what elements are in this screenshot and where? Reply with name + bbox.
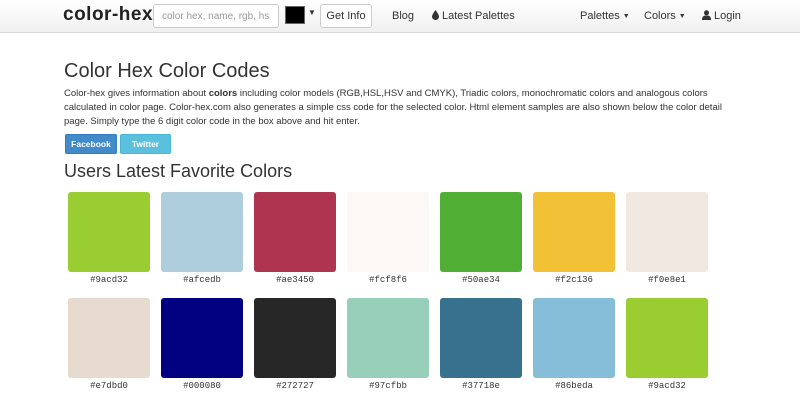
caret-down-icon: ▼ [622,13,630,20]
color-swatch[interactable] [161,298,243,378]
color-swatch[interactable] [440,192,522,272]
color-tile[interactable]: #f0e8e1 [626,192,708,298]
color-swatch[interactable] [254,192,336,272]
brand-logo[interactable]: color-hex [63,4,153,26]
color-tile[interactable]: #ae3450 [254,192,336,298]
droplet-icon [432,10,439,20]
color-swatch[interactable] [626,298,708,378]
color-swatch[interactable] [68,192,150,272]
intro-text-start: Color-hex gives information about [64,88,209,99]
nav-colors-dropdown[interactable]: Colors ▼ [644,10,686,22]
nav-login[interactable]: Login [702,10,741,22]
color-tile[interactable]: #97cfbb [347,298,429,400]
color-swatch[interactable] [347,192,429,272]
user-icon [702,10,711,20]
color-tile[interactable]: #272727 [254,298,336,400]
color-tile[interactable]: #9acd32 [626,298,708,400]
color-hex-label[interactable]: #272727 [254,381,336,391]
color-picker-swatch[interactable] [285,6,305,24]
favorite-colors-grid: #9acd32 #afcedb #ae3450 #fcf8f6 #50ae34 #f2c1… [68,192,719,400]
color-hex-label[interactable]: #f0e8e1 [626,275,708,285]
color-tile[interactable]: #000080 [161,298,243,400]
page-title: Color Hex Color Codes [64,60,270,82]
color-hex-label[interactable]: #9acd32 [626,381,708,391]
color-swatch[interactable] [440,298,522,378]
twitter-button[interactable]: Twitter [120,134,171,154]
color-tile[interactable]: #86beda [533,298,615,400]
color-hex-label[interactable]: #86beda [533,381,615,391]
color-swatch[interactable] [254,298,336,378]
color-swatch[interactable] [161,192,243,272]
nav-blog[interactable]: Blog [392,10,414,22]
color-tile[interactable]: #fcf8f6 [347,192,429,298]
color-swatch[interactable] [533,298,615,378]
color-hex-label[interactable]: #37718e [440,381,522,391]
intro-bold-colors[interactable]: colors [209,88,238,99]
color-hex-label[interactable]: #000080 [161,381,243,391]
color-swatch[interactable] [68,298,150,378]
color-hex-label[interactable]: #e7dbd0 [68,381,150,391]
color-hex-label[interactable]: #9acd32 [68,275,150,285]
caret-down-icon: ▼ [678,13,686,20]
color-tile[interactable]: #e7dbd0 [68,298,150,400]
color-tile[interactable]: #afcedb [161,192,243,298]
color-swatch[interactable] [347,298,429,378]
nav-palettes-dropdown[interactable]: Palettes ▼ [580,10,630,22]
nav-latest-palettes-label: Latest Palettes [442,10,515,22]
nav-palettes-label: Palettes [580,10,620,22]
chevron-down-icon[interactable]: ▼ [308,8,316,17]
get-info-button[interactable]: Get Info [320,4,372,28]
color-tile[interactable]: #37718e [440,298,522,400]
color-hex-label[interactable]: #50ae34 [440,275,522,285]
nav-login-label: Login [714,10,741,22]
color-swatch[interactable] [626,192,708,272]
section-title: Users Latest Favorite Colors [64,161,293,181]
intro-paragraph: Color-hex gives information about colors… [64,87,744,129]
color-hex-label[interactable]: #ae3450 [254,275,336,285]
color-tile[interactable]: #9acd32 [68,192,150,298]
color-tile[interactable]: #f2c136 [533,192,615,298]
nav-colors-label: Colors [644,10,676,22]
color-tile[interactable]: #50ae34 [440,192,522,298]
search-input[interactable] [153,4,279,28]
color-swatch[interactable] [533,192,615,272]
color-hex-label[interactable]: #afcedb [161,275,243,285]
color-hex-label[interactable]: #fcf8f6 [347,275,429,285]
facebook-button[interactable]: Facebook [65,134,117,154]
color-hex-label[interactable]: #97cfbb [347,381,429,391]
color-hex-label[interactable]: #f2c136 [533,275,615,285]
navbar: color-hex ▼ Get Info Blog Latest Palette… [0,0,800,33]
nav-latest-palettes[interactable]: Latest Palettes [432,10,515,22]
